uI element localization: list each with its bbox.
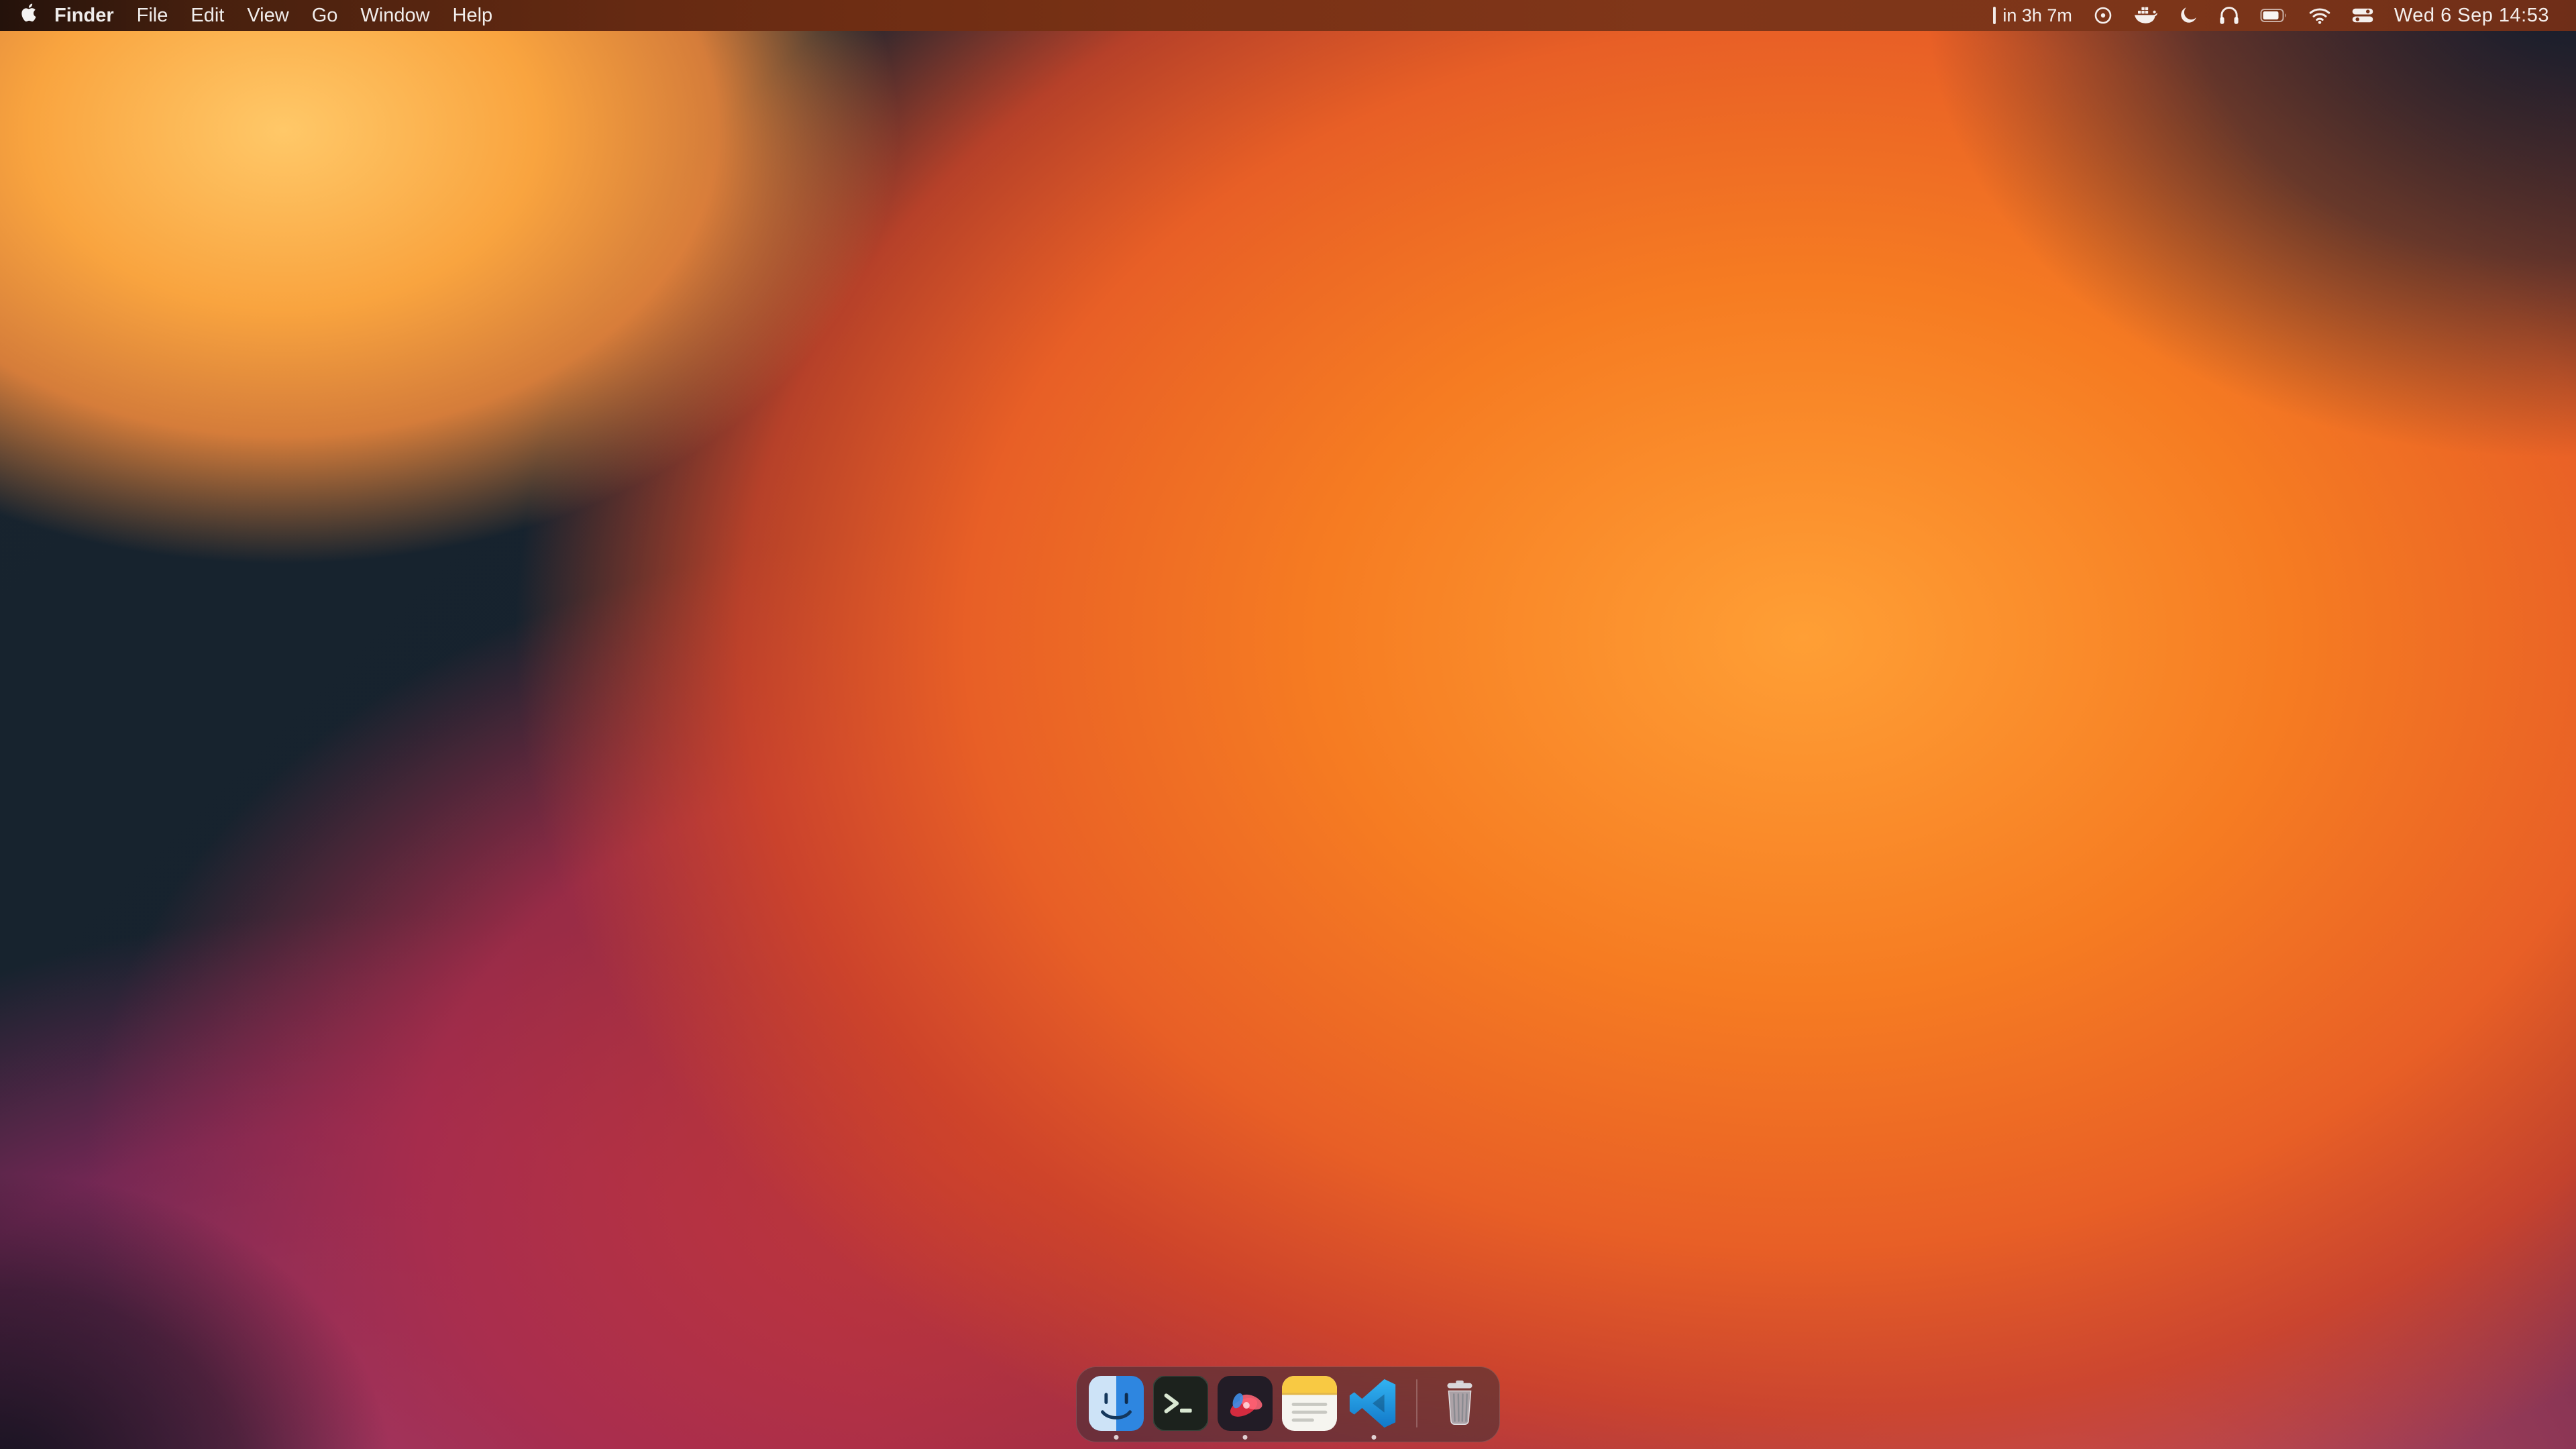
dock-app-notes[interactable]	[1282, 1376, 1337, 1431]
audio-status[interactable]	[2218, 0, 2240, 31]
apple-menu[interactable]	[16, 0, 43, 31]
running-indicator	[1372, 1435, 1377, 1440]
menu-bar-left: Finder File Edit View Go Window Help	[0, 0, 504, 31]
ring-status[interactable]	[2092, 0, 2114, 31]
apple-logo-icon	[19, 1, 40, 30]
media-app-icon	[1218, 1376, 1273, 1431]
wifi-icon	[2308, 6, 2331, 25]
terminal-icon	[1153, 1376, 1208, 1431]
dock-app-media[interactable]	[1218, 1376, 1273, 1431]
wifi-status[interactable]	[2308, 0, 2331, 31]
docker-status[interactable]	[2134, 0, 2158, 31]
dock-divider	[1416, 1379, 1417, 1428]
timer-remaining-label: in 3h 7m	[2002, 5, 2072, 26]
dock-app-finder[interactable]	[1089, 1376, 1144, 1431]
timer-status[interactable]: in 3h 7m	[1993, 0, 2072, 31]
finder-icon	[1089, 1376, 1144, 1431]
menu-edit[interactable]: Edit	[179, 0, 235, 31]
battery-status[interactable]	[2260, 0, 2288, 31]
battery-icon	[2260, 8, 2288, 23]
menu-file[interactable]: File	[125, 0, 180, 31]
vscode-icon	[1346, 1376, 1401, 1431]
docker-whale-icon	[2134, 5, 2158, 25]
dock-app-terminal[interactable]	[1153, 1376, 1208, 1431]
notes-icon	[1282, 1376, 1337, 1431]
desktop-wallpaper	[0, 0, 2576, 1449]
menu-go[interactable]: Go	[301, 0, 350, 31]
control-center-status[interactable]	[2351, 0, 2374, 31]
dock	[1076, 1366, 1500, 1442]
menu-help[interactable]: Help	[441, 0, 504, 31]
menu-window[interactable]: Window	[349, 0, 441, 31]
ring-icon	[2092, 5, 2114, 26]
dock-trash[interactable]	[1432, 1376, 1487, 1431]
menu-view[interactable]: View	[235, 0, 300, 31]
control-center-icon	[2351, 7, 2374, 24]
menu-app-name[interactable]: Finder	[43, 0, 125, 31]
timer-separator-bar-icon	[1993, 7, 1996, 24]
dock-app-vscode[interactable]	[1346, 1376, 1401, 1431]
menu-bar-clock[interactable]: Wed 6 Sep 14:53	[2394, 0, 2549, 31]
moon-focus-icon	[2178, 5, 2198, 25]
menu-bar-status-area: in 3h 7m	[1993, 0, 2576, 31]
running-indicator	[1114, 1435, 1119, 1440]
focus-status[interactable]	[2178, 0, 2198, 31]
headphones-icon	[2218, 5, 2240, 25]
running-indicator	[1243, 1435, 1248, 1440]
menu-bar: Finder File Edit View Go Window Help in …	[0, 0, 2576, 31]
trash-icon	[1432, 1376, 1487, 1431]
